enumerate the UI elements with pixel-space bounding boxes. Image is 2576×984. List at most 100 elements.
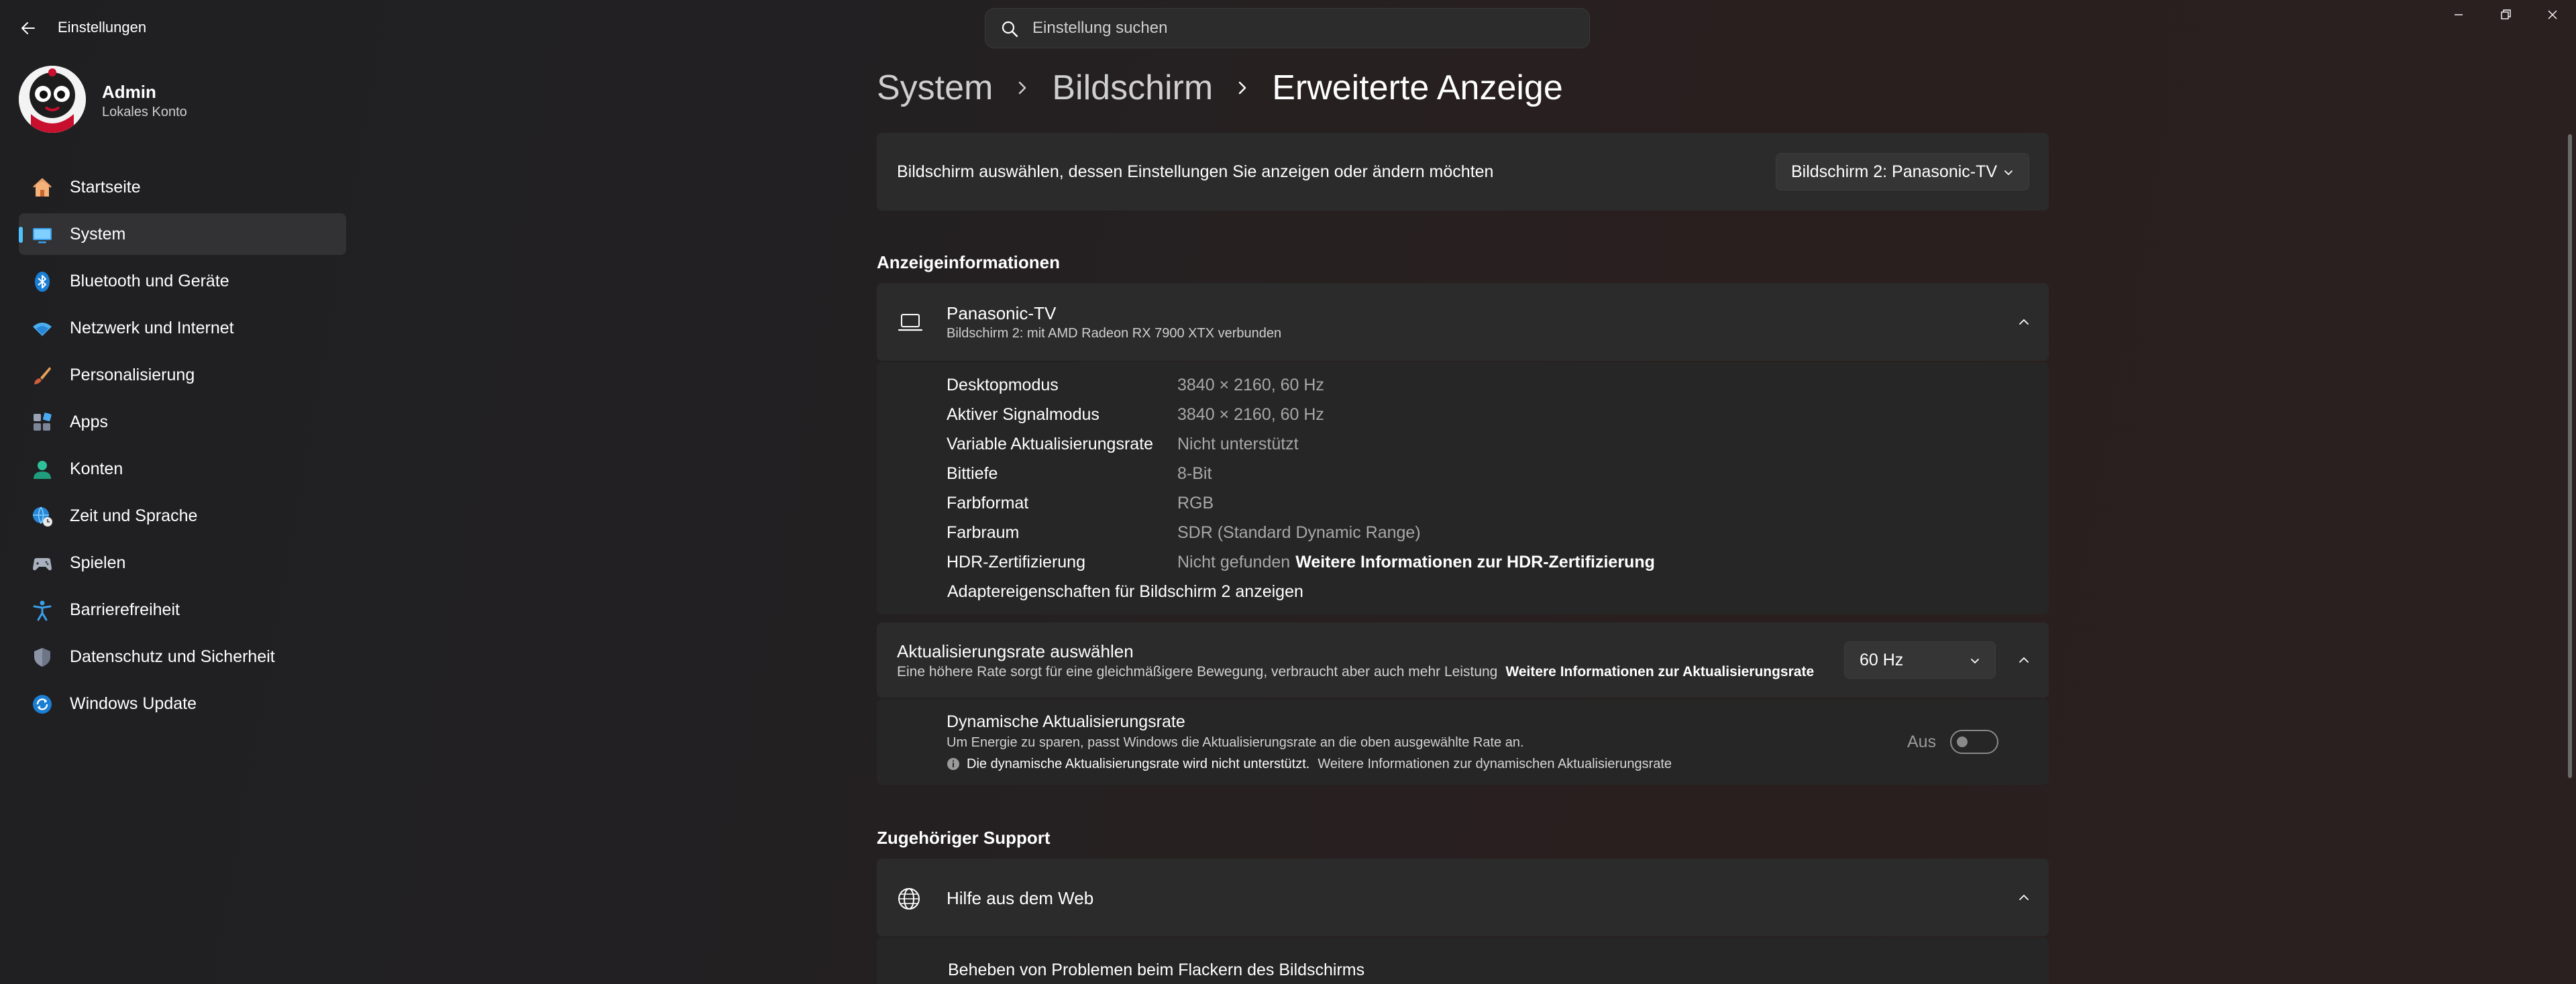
- sidebar-item-personalisierung[interactable]: Personalisierung: [19, 354, 346, 396]
- info-row-signalmodus: Aktiver Signalmodus 3840 × 2160, 60 Hz: [947, 401, 1953, 428]
- apps-icon: [34, 413, 52, 431]
- user-name: Admin: [102, 82, 156, 102]
- sidebar-item-label: System: [70, 224, 126, 243]
- refresh-rate-card: Aktualisierungsrate auswählen Eine höher…: [877, 622, 2049, 698]
- breadcrumb-bildschirm[interactable]: Bildschirm: [1052, 68, 1213, 108]
- sidebar-item-label: Konten: [70, 459, 123, 478]
- info-value: Nicht unterstützt: [1177, 435, 1299, 453]
- flicker-help-link[interactable]: Beheben von Problemen beim Flackern des …: [948, 961, 1364, 980]
- sidebar-item-label: Apps: [70, 412, 108, 431]
- display-select-value: Bildschirm 2: Panasonic-TV: [1791, 162, 1998, 181]
- info-value: 8-Bit: [1177, 464, 1212, 483]
- web-help-title: Hilfe aus dem Web: [947, 888, 1094, 908]
- display-name: Panasonic-TV: [947, 303, 1057, 323]
- info-value: 3840 × 2160, 60 Hz: [1177, 376, 1324, 394]
- info-label: Desktopmodus: [947, 376, 1059, 394]
- refresh-rate-dropdown[interactable]: 60 Hz: [1844, 641, 1996, 679]
- search-box[interactable]: [985, 8, 1590, 48]
- info-icon: [947, 758, 959, 770]
- dynamic-refresh-card: Dynamische Aktualisierungsrate Um Energi…: [877, 699, 2049, 785]
- bluetooth-icon: [35, 272, 50, 292]
- section-title-support: Zugehöriger Support: [877, 828, 1051, 848]
- home-icon: [33, 178, 52, 197]
- minimize-icon: [2455, 14, 2463, 15]
- dynamic-refresh-description: Um Energie zu sparen, passt Windows die …: [947, 735, 1524, 750]
- info-row-desktopmodus: Desktopmodus 3840 × 2160, 60 Hz: [947, 372, 1953, 398]
- breadcrumb-system[interactable]: System: [877, 68, 993, 108]
- dynamic-refresh-toggle[interactable]: [1950, 730, 1998, 754]
- globe-clock-icon: [33, 506, 52, 527]
- title-bar: Einstellungen: [0, 0, 2576, 56]
- chevron-up-icon[interactable]: [2016, 652, 2032, 668]
- globe-icon: [898, 888, 920, 910]
- dynamic-refresh-title: Dynamische Aktualisierungsrate: [947, 712, 1185, 731]
- back-button[interactable]: [16, 15, 40, 42]
- dynamic-refresh-warning-text: Die dynamische Aktualisierungsrate wird …: [967, 757, 1310, 771]
- sidebar-item-datenschutz[interactable]: Datenschutz und Sicherheit: [19, 636, 346, 677]
- chevron-up-icon[interactable]: [2016, 314, 2032, 330]
- sidebar-item-label: Spielen: [70, 553, 126, 572]
- sidebar-item-netzwerk[interactable]: Netzwerk und Internet: [19, 307, 346, 349]
- close-button[interactable]: [2529, 0, 2576, 30]
- close-icon: [2548, 10, 2557, 19]
- restore-button[interactable]: [2482, 0, 2529, 30]
- hdr-info-link[interactable]: Weitere Informationen zur HDR-Zertifizie…: [1295, 553, 1655, 571]
- web-help-header[interactable]: Hilfe aus dem Web: [877, 859, 2049, 936]
- sidebar-nav: Startseite System Bluetooth und Geräte N…: [19, 166, 346, 730]
- refresh-rate-info-link[interactable]: Weitere Informationen zur Aktualisierung…: [1505, 664, 1814, 679]
- gamepad-icon: [33, 558, 52, 571]
- chevron-down-icon: [1971, 659, 1979, 664]
- info-row-farbformat: Farbformat RGB: [947, 490, 1953, 516]
- display-select-card: Bildschirm auswählen, dessen Einstellung…: [877, 133, 2049, 211]
- sidebar-item-barrierefreiheit[interactable]: Barrierefreiheit: [19, 589, 346, 631]
- info-row-vrr: Variable Aktualisierungsrate Nicht unter…: [947, 431, 1953, 457]
- brush-icon: [34, 367, 51, 384]
- sidebar-item-zeit-sprache[interactable]: Zeit und Sprache: [19, 495, 346, 537]
- minimize-button[interactable]: [2435, 0, 2482, 30]
- sidebar-item-bluetooth[interactable]: Bluetooth und Geräte: [19, 260, 346, 302]
- sidebar-item-konten[interactable]: Konten: [19, 448, 346, 490]
- scrollbar[interactable]: [2568, 134, 2572, 778]
- hdr-status: Nicht gefunden: [1177, 553, 1291, 571]
- sidebar-item-label: Startseite: [70, 177, 141, 197]
- refresh-rate-value: 60 Hz: [1860, 650, 1904, 669]
- chevron-up-icon[interactable]: [2016, 889, 2032, 906]
- info-label: Aktiver Signalmodus: [947, 405, 1099, 424]
- toggle-state-label: Aus: [1907, 732, 1937, 751]
- refresh-rate-description-text: Eine höhere Rate sorgt für eine gleichmä…: [897, 664, 1498, 679]
- toggle-knob: [1957, 736, 1968, 747]
- breadcrumb: System Bildschirm Erweiterte Anzeige: [877, 64, 1563, 111]
- update-icon: [33, 695, 52, 714]
- dynamic-refresh-warning: Die dynamische Aktualisierungsrate wird …: [967, 757, 1672, 772]
- restore-icon: [2501, 9, 2511, 19]
- chevron-right-icon: [1019, 81, 1026, 95]
- info-label: Farbformat: [947, 494, 1029, 512]
- info-row-bittiefe: Bittiefe 8-Bit: [947, 460, 1953, 487]
- user-profile[interactable]: Admin Lokales Konto: [19, 66, 354, 135]
- sidebar-item-label: Bluetooth und Geräte: [70, 271, 229, 290]
- sidebar-item-label: Personalisierung: [70, 365, 195, 384]
- sidebar-item-windows-update[interactable]: Windows Update: [19, 683, 346, 724]
- display-info-header[interactable]: Panasonic-TV Bildschirm 2: mit AMD Radeo…: [877, 283, 2049, 361]
- search-icon: [1002, 21, 1018, 38]
- sidebar-item-system[interactable]: System: [19, 213, 346, 255]
- wifi-icon: [33, 323, 52, 336]
- search-input[interactable]: [1032, 9, 1569, 48]
- info-label: Bittiefe: [947, 464, 998, 483]
- sidebar-item-apps[interactable]: Apps: [19, 401, 346, 443]
- dynamic-refresh-info-link[interactable]: Weitere Informationen zur dynamischen Ak…: [1318, 757, 1672, 771]
- account-type: Lokales Konto: [102, 105, 187, 119]
- display-select-dropdown[interactable]: Bildschirm 2: Panasonic-TV: [1776, 153, 2029, 190]
- sidebar-item-label: Zeit und Sprache: [70, 506, 198, 525]
- section-title-display-info: Anzeigeinformationen: [877, 252, 1061, 272]
- sidebar-item-spielen[interactable]: Spielen: [19, 542, 346, 584]
- sidebar-item-startseite[interactable]: Startseite: [19, 166, 346, 208]
- info-value: 3840 × 2160, 60 Hz: [1177, 405, 1324, 424]
- info-value: Nicht gefunden Weitere Informationen zur …: [1177, 553, 1655, 572]
- adapter-properties-link[interactable]: Adaptereigenschaften für Bildschirm 2 an…: [947, 582, 1303, 602]
- info-label: Farbraum: [947, 523, 1020, 542]
- shield-icon: [34, 648, 50, 667]
- info-value: RGB: [1177, 494, 1214, 512]
- accessibility-icon: [33, 600, 52, 621]
- chevron-right-icon: [1239, 81, 1246, 95]
